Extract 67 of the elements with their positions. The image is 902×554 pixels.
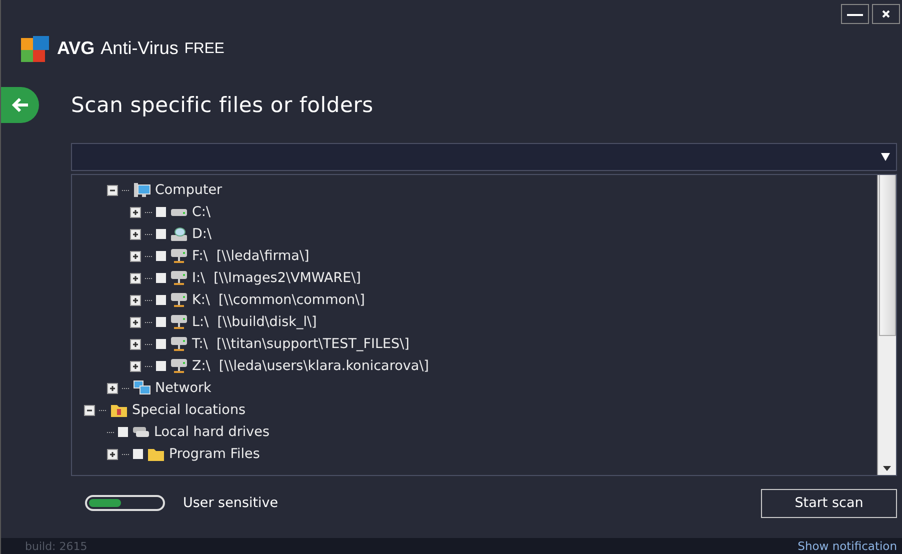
expand-icon[interactable] (130, 294, 141, 306)
tree-item[interactable]: D:\ (192, 226, 212, 242)
network-drive-icon (170, 358, 188, 374)
logo-icon (19, 34, 51, 62)
network-drive-icon (170, 270, 188, 286)
tree-item[interactable]: Computer (155, 182, 222, 198)
collapse-icon[interactable] (84, 404, 95, 416)
tree-item[interactable]: T:\ [\\titan\support\TEST_FILES\] (192, 336, 410, 352)
close-button[interactable] (872, 4, 900, 24)
tree-item[interactable]: Z:\ [\\leda\users\klara.konicarova\] (192, 358, 429, 374)
expand-icon[interactable] (130, 272, 141, 284)
page-title: Scan specific files or folders (71, 93, 374, 117)
folder-icon (110, 402, 128, 418)
folder-icon (147, 446, 165, 462)
checkbox[interactable] (156, 207, 166, 217)
tree-item[interactable]: Local hard drives (154, 424, 270, 440)
close-icon (882, 10, 890, 18)
sensitivity-slider[interactable] (85, 495, 165, 511)
expand-icon[interactable] (107, 382, 118, 394)
expand-icon[interactable] (130, 316, 141, 328)
checkbox[interactable] (156, 317, 166, 327)
tree-item[interactable]: Special locations (132, 402, 246, 418)
network-drive-icon (170, 248, 188, 264)
tree-item[interactable]: Network (155, 380, 212, 396)
dropdown-caret-icon (881, 153, 890, 161)
brand-name: AVG (57, 38, 95, 58)
expand-icon[interactable] (130, 228, 141, 240)
checkbox[interactable] (156, 229, 166, 239)
expand-icon[interactable] (130, 206, 141, 218)
tree-item[interactable]: I:\ [\\Images2\VMWARE\] (192, 270, 361, 286)
tree-item[interactable]: L:\ [\\build\disk_l\] (192, 314, 317, 330)
expand-icon[interactable] (130, 360, 141, 372)
build-number: build: 2615 (25, 540, 88, 552)
scrollbar[interactable] (877, 175, 896, 475)
checkbox[interactable] (156, 273, 166, 283)
tree-item[interactable]: F:\ [\\leda\firma\] (192, 248, 310, 264)
network-drive-icon (170, 292, 188, 308)
tree-item[interactable]: K:\ [\\common\common\] (192, 292, 365, 308)
expand-icon[interactable] (130, 338, 141, 350)
show-notification-link[interactable]: Show notification (798, 539, 897, 553)
checkbox[interactable] (133, 449, 143, 459)
scrollbar-thumb[interactable] (878, 175, 896, 336)
minimize-icon (847, 12, 863, 16)
checkbox[interactable] (156, 339, 166, 349)
back-button[interactable] (1, 87, 39, 123)
sensitivity-label: User sensitive (183, 495, 280, 511)
network-icon (133, 380, 151, 396)
network-drive-icon (170, 314, 188, 330)
product-name: Anti-Virus (100, 38, 178, 58)
network-drive-icon (170, 336, 188, 352)
collapse-icon[interactable] (107, 184, 118, 196)
back-arrow-icon (11, 97, 29, 113)
checkbox[interactable] (156, 251, 166, 261)
expand-icon[interactable] (130, 250, 141, 262)
computer-icon (133, 182, 151, 198)
start-scan-button[interactable]: Start scan (761, 488, 897, 518)
expand-icon[interactable] (107, 448, 118, 460)
checkbox[interactable] (118, 427, 128, 437)
checkbox[interactable] (156, 361, 166, 371)
tree-item[interactable]: Program Files (169, 446, 260, 462)
minimize-button[interactable] (841, 4, 869, 24)
checkbox[interactable] (156, 295, 166, 305)
hard-drives-icon (132, 424, 150, 440)
edition-label: FREE (184, 40, 224, 56)
scroll-down-icon (883, 466, 891, 471)
optical-drive-icon (170, 226, 188, 242)
tree-item[interactable]: C:\ (192, 204, 211, 220)
